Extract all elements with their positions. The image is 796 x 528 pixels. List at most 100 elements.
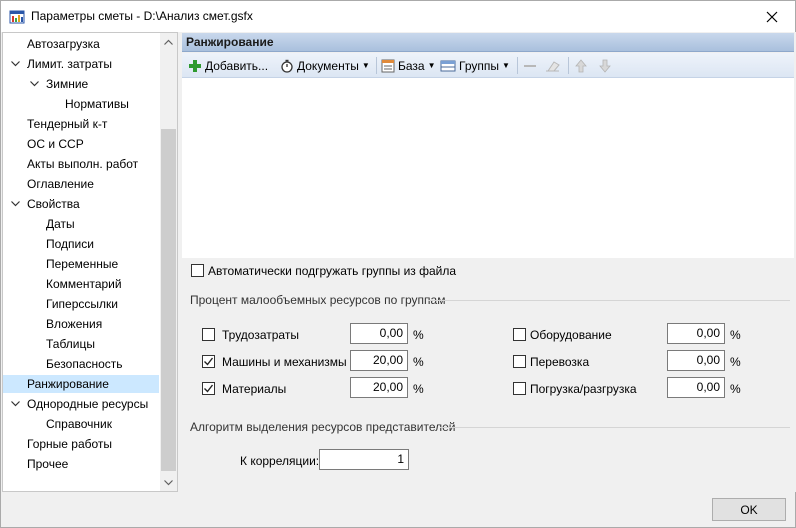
equipment-label: Оборудование: [530, 328, 612, 342]
move-up-button[interactable]: [574, 56, 591, 75]
tree-item-label: Комментарий: [46, 277, 122, 291]
tree-item-dates[interactable]: Даты: [46, 215, 75, 233]
remove-button[interactable]: [523, 56, 540, 75]
base-dropdown[interactable]: База ▼: [381, 56, 436, 75]
materials-checkbox[interactable]: [202, 382, 215, 395]
equipment-checkbox[interactable]: [513, 328, 526, 341]
tree-item-label: Горные работы: [27, 437, 113, 451]
tree-item-winter[interactable]: Зимние: [46, 75, 88, 93]
ranking-grid[interactable]: [182, 78, 794, 258]
chevron-up-icon: [164, 39, 173, 45]
machines-checkbox[interactable]: [202, 355, 215, 368]
move-down-button[interactable]: [598, 56, 615, 75]
machines-percent-input[interactable]: 20,00: [350, 350, 408, 371]
minus-icon: [524, 64, 536, 67]
tree-item-homogeneous[interactable]: Однородные ресурсы: [27, 395, 148, 413]
toolbar-separator: [376, 57, 377, 74]
percent-sign: %: [413, 382, 424, 396]
scroll-thumb[interactable]: [161, 129, 176, 471]
tree-item-os-ssr[interactable]: ОС и ССР: [27, 135, 84, 153]
percent-sign: %: [730, 382, 741, 396]
tree-item-label: Справочник: [46, 417, 112, 431]
toolbar: Добавить... Документы ▼ База ▼ Группы ▼: [182, 53, 794, 78]
documents-dropdown[interactable]: Документы ▼: [280, 56, 370, 75]
tree-item-other[interactable]: Прочее: [27, 455, 68, 473]
tree-item-mining[interactable]: Горные работы: [27, 435, 112, 453]
tree-item-label: Гиперссылки: [46, 297, 118, 311]
add-button-label: Добавить...: [205, 58, 269, 73]
tree-item-autoload[interactable]: Автозагрузка: [27, 35, 100, 53]
arrow-down-icon: [599, 59, 611, 73]
database-icon: [381, 59, 395, 72]
ranking-panel: Ранжирование Добавить... Документы ▼ Баз…: [182, 32, 796, 492]
tree-item-signatures[interactable]: Подписи: [46, 235, 94, 253]
arrow-up-icon: [575, 58, 587, 72]
tree-item-label: Зимние: [46, 77, 89, 91]
window-title: Параметры сметы - D:\Анализ смет.gsfx: [31, 9, 253, 23]
materials-percent-input[interactable]: 20,00: [350, 377, 408, 398]
tree-item-norms[interactable]: Нормативы: [65, 95, 129, 113]
tree-item-acts[interactable]: Акты выполн. работ: [27, 155, 138, 173]
settings-tree[interactable]: Автозагрузка Лимит. затраты Зимние Норма…: [2, 32, 178, 492]
transport-percent-input[interactable]: 0,00: [667, 350, 725, 371]
tree-item-reference[interactable]: Справочник: [46, 415, 112, 433]
ok-button[interactable]: OK: [712, 498, 786, 521]
transport-label: Перевозка: [530, 355, 590, 369]
group-divider: [440, 427, 790, 428]
transport-checkbox[interactable]: [513, 355, 526, 368]
chevron-down-icon[interactable]: [9, 195, 21, 213]
tree-item-label: Автозагрузка: [27, 37, 100, 51]
loading-percent-input[interactable]: 0,00: [667, 377, 725, 398]
clear-button[interactable]: [545, 56, 564, 75]
tree-item-tables[interactable]: Таблицы: [46, 335, 95, 353]
close-icon: [766, 11, 778, 22]
auto-load-checkbox[interactable]: [191, 264, 204, 277]
close-button[interactable]: [749, 1, 795, 32]
groups-label: Группы: [459, 58, 499, 73]
caret-down-icon: ▼: [501, 61, 510, 70]
tree-item-contents[interactable]: Оглавление: [27, 175, 94, 193]
tree-item-label: Подписи: [46, 237, 94, 251]
add-button[interactable]: Добавить...: [188, 56, 268, 75]
caret-down-icon: ▼: [361, 61, 370, 70]
caret-down-icon: ▼: [427, 61, 436, 70]
tree-item-security[interactable]: Безопасность: [46, 355, 123, 373]
auto-load-label: Автоматически подгружать группы из файла: [208, 264, 457, 278]
loading-checkbox[interactable]: [513, 382, 526, 395]
correlation-input[interactable]: 1: [319, 449, 409, 470]
tree-item-variables[interactable]: Переменные: [46, 255, 118, 273]
equipment-percent-input[interactable]: 0,00: [667, 323, 725, 344]
chevron-down-icon[interactable]: [9, 55, 21, 73]
tree-scrollbar[interactable]: [160, 33, 177, 491]
tree-item-hyperlinks[interactable]: Гиперссылки: [46, 295, 118, 313]
tree-item-tender[interactable]: Тендерный к-т: [27, 115, 107, 133]
tree-item-comment[interactable]: Комментарий: [46, 275, 122, 293]
toolbar-separator: [517, 57, 518, 74]
percent-sign: %: [413, 355, 424, 369]
scroll-down-button[interactable]: [160, 474, 177, 491]
chevron-down-icon[interactable]: [9, 395, 21, 413]
tree-item-label: Безопасность: [46, 357, 123, 371]
labor-label: Трудозатраты: [222, 328, 299, 342]
tree-item-label: Тендерный к-т: [27, 117, 108, 131]
tree-item-ranking[interactable]: Ранжирование: [3, 375, 159, 393]
tree-item-label: Акты выполн. работ: [27, 157, 139, 171]
percent-sign: %: [413, 328, 424, 342]
tree-item-label: Лимит. затраты: [27, 57, 112, 71]
percent-sign: %: [730, 328, 741, 342]
tree-item-properties[interactable]: Свойства: [27, 195, 80, 213]
tree-item-label: Даты: [46, 217, 75, 231]
labor-checkbox[interactable]: [202, 328, 215, 341]
panel-header: Ранжирование: [182, 33, 794, 52]
tree-item-limit-costs[interactable]: Лимит. затраты: [27, 55, 112, 73]
tree-item-label: ОС и ССР: [27, 137, 84, 151]
chevron-down-icon: [164, 479, 173, 485]
tree-item-attachments[interactable]: Вложения: [46, 315, 102, 333]
tree-item-label: Свойства: [27, 197, 80, 211]
scroll-up-button[interactable]: [160, 33, 177, 50]
tree-item-label: Вложения: [46, 317, 103, 331]
dialog-window: Параметры сметы - D:\Анализ смет.gsfx Ав…: [0, 0, 796, 528]
labor-percent-input[interactable]: 0,00: [350, 323, 408, 344]
groups-dropdown[interactable]: Группы ▼: [440, 56, 510, 75]
chevron-down-icon[interactable]: [28, 75, 40, 93]
